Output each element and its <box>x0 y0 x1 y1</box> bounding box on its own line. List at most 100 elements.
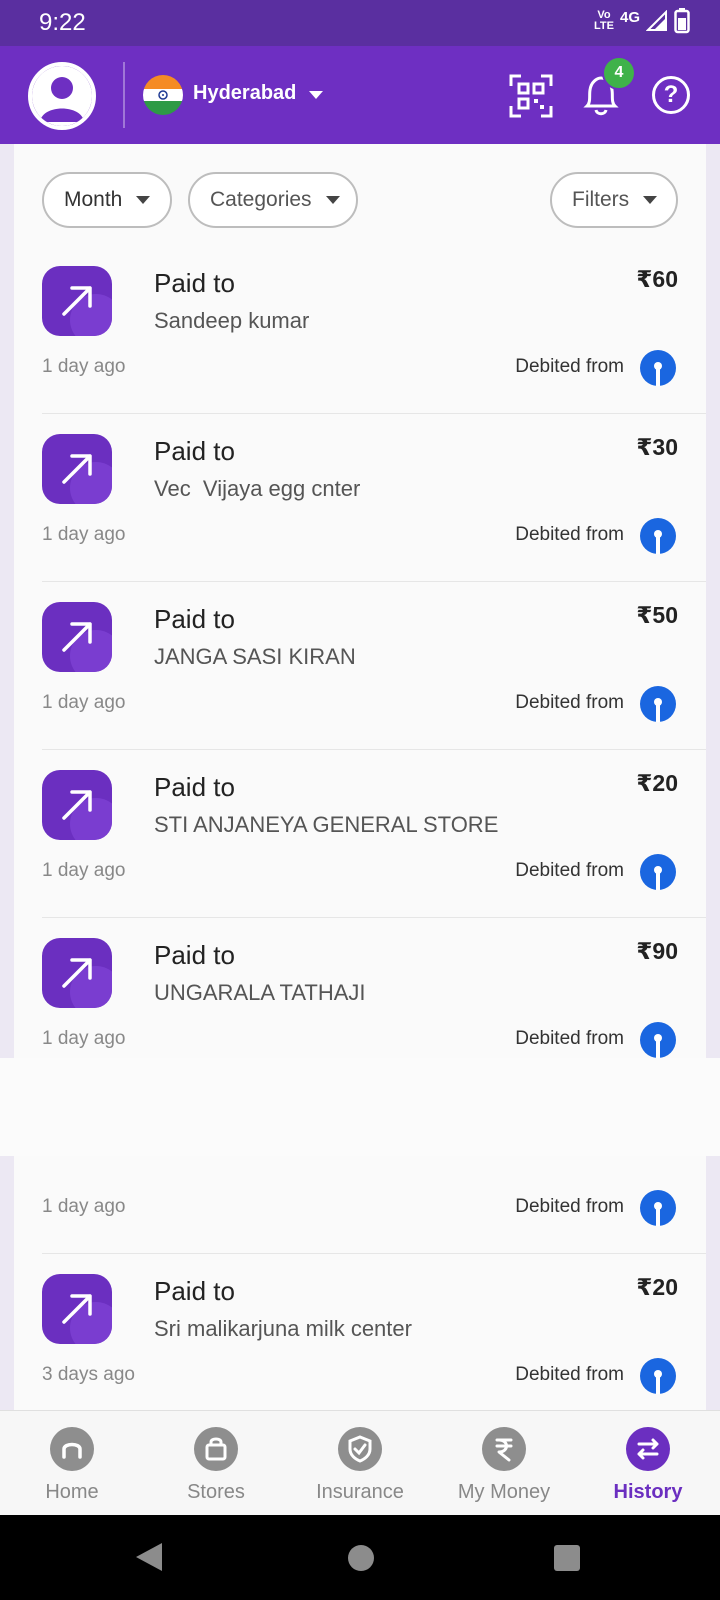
transaction-row[interactable]: Paid to Vec Vijaya egg cnter ₹30 1 day a… <box>42 414 706 582</box>
transaction-type: Paid to <box>154 604 235 634</box>
nav-my-money[interactable]: My Money <box>432 1411 576 1516</box>
nav-stores-label: Stores <box>187 1481 245 1503</box>
rupee-icon <box>482 1427 526 1471</box>
payee-name: Sri malikarjuna milk center <box>154 1316 412 1341</box>
transaction-time: 1 day ago <box>42 524 126 545</box>
chevron-down-icon <box>325 196 340 204</box>
bank-logo-icon <box>640 854 676 890</box>
transaction-row[interactable]: Paid to STI ANJANEYA GENERAL STORE ₹20 1… <box>42 750 706 918</box>
system-navigation-bar <box>0 1515 720 1600</box>
transaction-row[interactable]: Paid to JANGA SASI KIRAN ₹50 1 day ago D… <box>42 582 706 750</box>
transaction-amount: ₹90 <box>636 938 678 964</box>
transaction-amount: ₹20 <box>636 770 678 796</box>
lte-label: LTE <box>594 20 614 32</box>
status-time: 9:22 <box>39 9 86 36</box>
chevron-down-icon[interactable] <box>309 91 323 99</box>
transaction-row[interactable]: Paid to Sri malikarjuna milk center ₹20 … <box>42 1254 706 1410</box>
filters-label: Filters <box>572 188 630 211</box>
nav-home[interactable]: Home <box>0 1411 144 1516</box>
home-icon <box>50 1427 94 1471</box>
paid-arrow-icon <box>42 938 112 1008</box>
qr-scan-button[interactable] <box>509 74 553 118</box>
transaction-type: Paid to <box>154 1276 235 1306</box>
debited-from-label: Debited from <box>515 860 624 881</box>
notification-badge: 4 <box>602 56 636 90</box>
user-icon <box>40 77 84 122</box>
status-indicators: Vo LTE 4G <box>594 8 690 34</box>
transaction-type: Paid to <box>154 772 235 802</box>
categories-filter-label: Categories <box>210 188 312 211</box>
paid-arrow-icon <box>42 434 112 504</box>
transaction-time: 1 day ago <box>42 1028 126 1049</box>
nav-insurance[interactable]: Insurance <box>288 1411 432 1516</box>
nav-insurance-label: Insurance <box>316 1481 404 1503</box>
india-flag-icon[interactable] <box>143 75 183 115</box>
paid-arrow-icon <box>42 602 112 672</box>
bottom-navigation: Home Stores Insurance My Money History <box>0 1410 720 1515</box>
debited-from-label: Debited from <box>515 356 624 377</box>
chevron-down-icon <box>643 196 658 204</box>
transaction-time: 1 day ago <box>42 1196 126 1217</box>
shield-icon <box>338 1427 382 1471</box>
payee-name: JANGA SASI KIRAN <box>154 644 356 669</box>
paid-arrow-icon <box>42 1274 112 1344</box>
recent-apps-icon[interactable] <box>554 1545 580 1571</box>
transaction-type: Paid to <box>154 436 235 466</box>
debited-from-label: Debited from <box>515 1364 624 1385</box>
bank-logo-icon <box>640 518 676 554</box>
transaction-amount: ₹60 <box>636 266 678 292</box>
nav-my-money-label: My Money <box>457 1481 551 1503</box>
bank-logo-icon <box>640 686 676 722</box>
debited-from-label: Debited from <box>515 692 624 713</box>
payee-name: Sandeep kumar <box>154 308 310 333</box>
network-type: 4G <box>619 8 640 26</box>
nav-home-label: Home <box>45 1481 99 1503</box>
qr-code-icon <box>509 74 553 118</box>
payee-name: Vec Vijaya egg cnter <box>154 476 361 501</box>
payee-name: STI ANJANEYA GENERAL STORE <box>154 812 499 837</box>
home-button-icon[interactable] <box>348 1545 374 1571</box>
bank-logo-icon <box>640 1358 676 1394</box>
nav-stores[interactable]: Stores <box>144 1411 288 1516</box>
transaction-time: 1 day ago <box>42 860 126 881</box>
transaction-row[interactable]: Paid to Sandeep kumar ₹60 1 day ago Debi… <box>42 246 706 414</box>
app-header: Hyderabad 4 ? <box>0 46 720 144</box>
paid-arrow-icon <box>42 770 112 840</box>
debited-from-label: Debited from <box>515 1028 624 1049</box>
bank-logo-icon <box>640 1190 676 1226</box>
nav-history-label: History <box>613 1481 683 1503</box>
transaction-type: Paid to <box>154 940 235 970</box>
transaction-amount: ₹30 <box>636 434 678 460</box>
paid-arrow-icon <box>42 266 112 336</box>
bank-logo-icon <box>640 1022 676 1058</box>
city-selector[interactable]: Hyderabad <box>193 82 296 105</box>
transaction-time: 3 days ago <box>42 1364 135 1385</box>
profile-avatar[interactable] <box>28 62 96 130</box>
bank-logo-icon <box>640 350 676 386</box>
blank-rendering-band <box>0 1058 720 1156</box>
signal-icon <box>646 10 667 31</box>
transaction-time: 1 day ago <box>42 692 126 713</box>
month-filter-label: Month <box>64 188 123 211</box>
chevron-down-icon <box>136 196 151 204</box>
header-divider <box>123 62 125 128</box>
battery-icon <box>674 8 690 34</box>
payee-name: UNGARALA TATHAJI <box>154 980 366 1005</box>
nav-history[interactable]: History <box>576 1411 720 1516</box>
debited-from-label: Debited from <box>515 1196 624 1217</box>
categories-filter-chip[interactable]: Categories <box>188 172 358 228</box>
transaction-amount: ₹50 <box>636 602 678 628</box>
back-icon[interactable] <box>136 1543 162 1571</box>
transaction-amount: ₹20 <box>636 1274 678 1300</box>
transaction-time: 1 day ago <box>42 356 126 377</box>
transaction-type: Paid to <box>154 268 235 298</box>
bag-icon <box>194 1427 238 1471</box>
debited-from-label: Debited from <box>515 524 624 545</box>
status-bar: 9:22 Vo LTE 4G <box>0 0 720 46</box>
volte-indicator: Vo LTE <box>594 10 614 32</box>
month-filter-chip[interactable]: Month <box>42 172 172 228</box>
help-button[interactable]: ? <box>652 76 690 114</box>
transfer-icon <box>626 1427 670 1471</box>
filters-chip[interactable]: Filters <box>550 172 678 228</box>
history-panel: Month Categories Filters Paid to Sandeep… <box>14 144 706 1410</box>
